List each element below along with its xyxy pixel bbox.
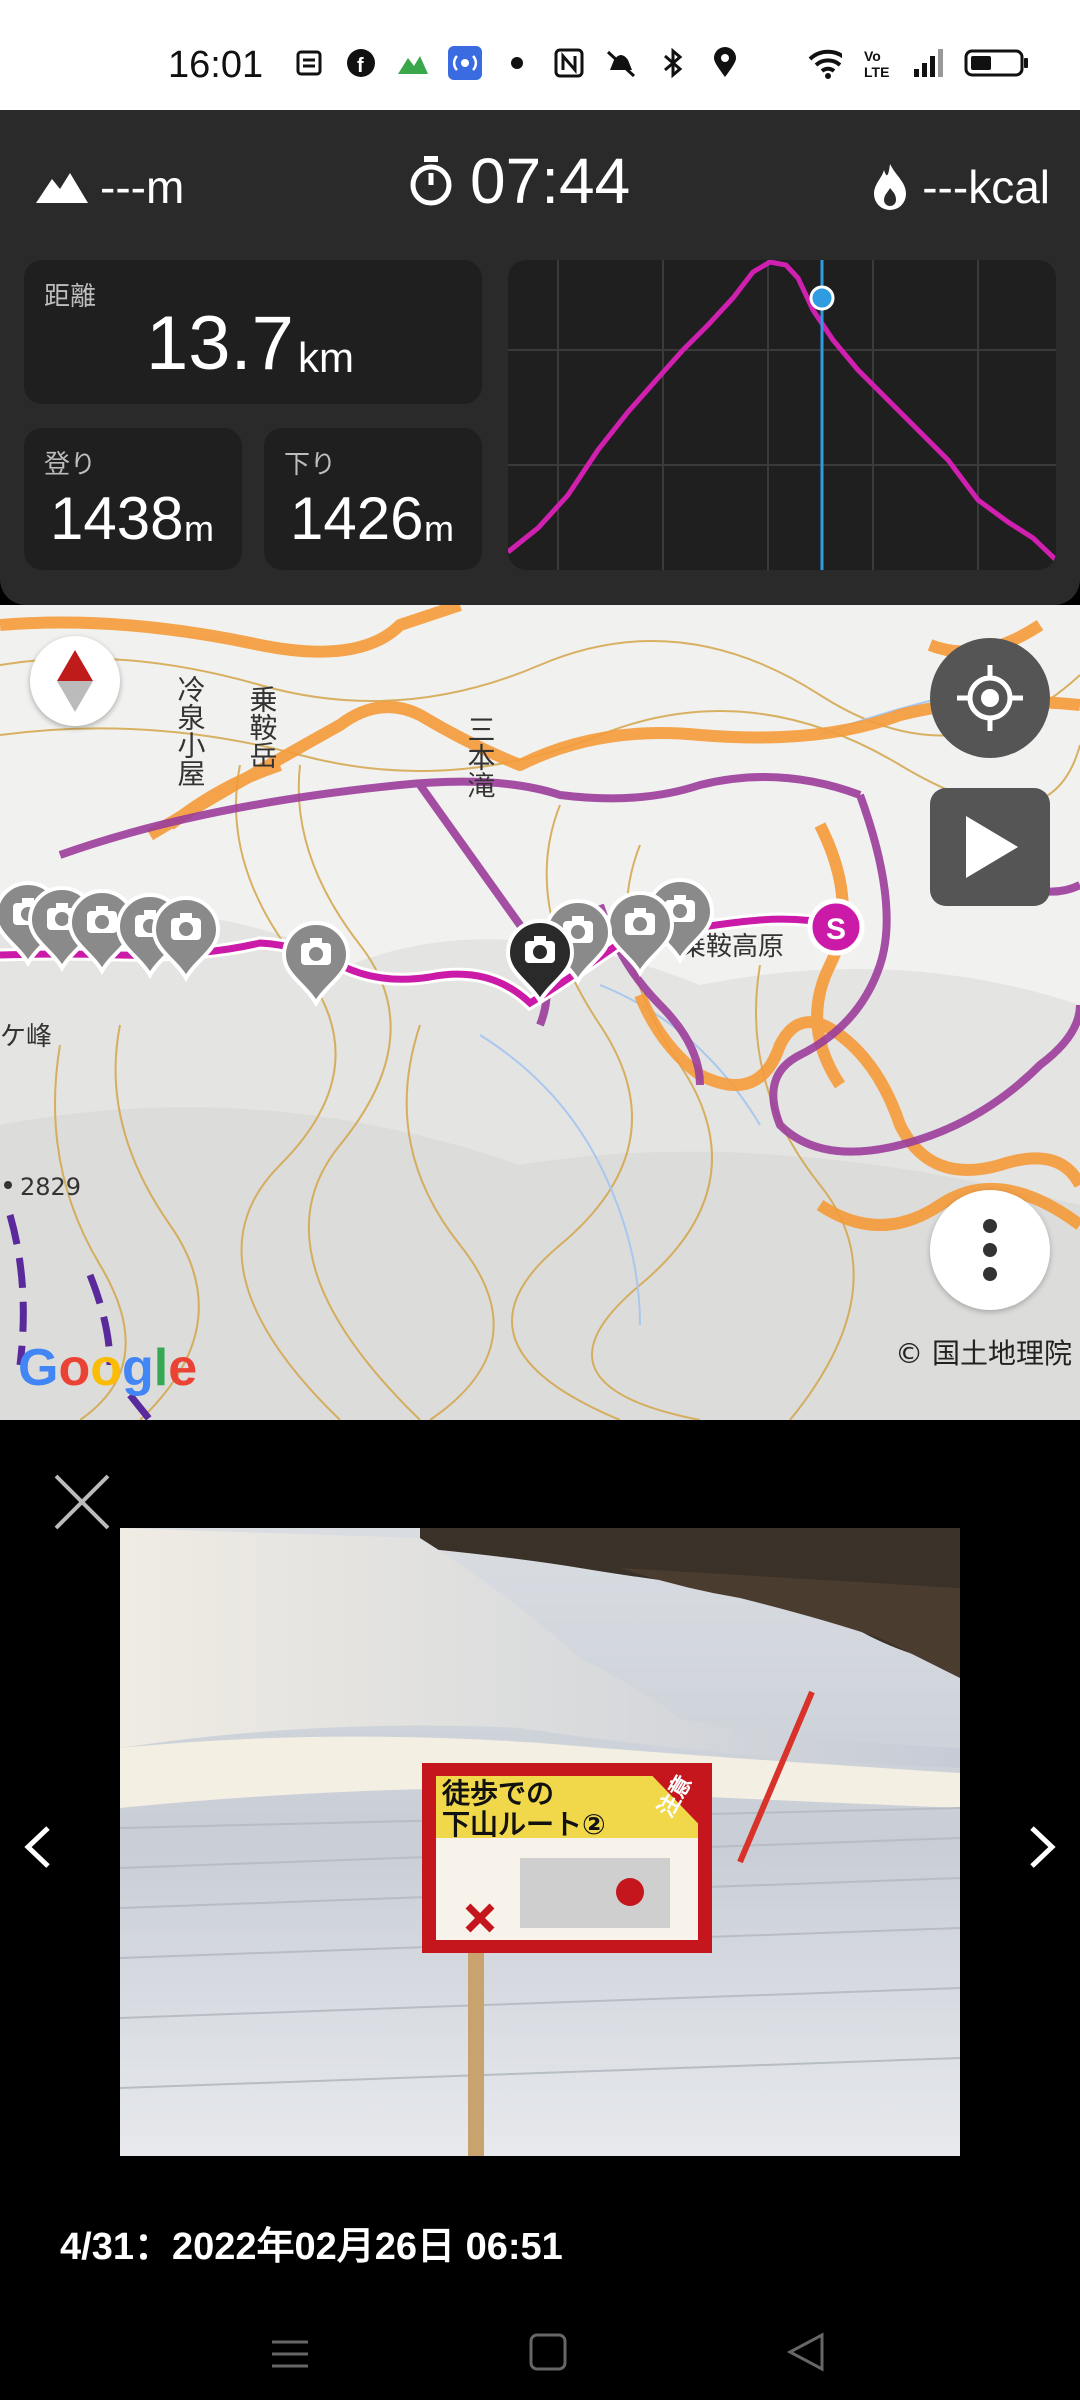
svg-text:LTE: LTE	[864, 64, 889, 79]
play-icon	[966, 816, 1018, 878]
elapsed-time-value: 07:44	[470, 145, 631, 217]
battery-icon	[964, 46, 1030, 80]
menu-icon	[272, 2340, 308, 2368]
sign-text-line1: 徒歩での	[441, 1777, 554, 1810]
home-button[interactable]	[528, 2332, 568, 2376]
map-attribution: © 国土地理院	[895, 1337, 1072, 1370]
map-view[interactable]: 冷泉小屋 乗鞍岳 三本滝 乗鞍高原 ケ峰 2829 S	[0, 605, 1080, 1420]
sign-text-line2: 下山ルート②	[442, 1808, 606, 1841]
elevation-profile-chart[interactable]	[508, 260, 1056, 570]
back-button[interactable]	[786, 2332, 826, 2376]
position-marker[interactable]	[809, 285, 835, 311]
nfc-icon	[552, 46, 586, 80]
photo-pin-selected[interactable]	[506, 919, 574, 1003]
altitude-value: ---m	[100, 161, 185, 213]
dot-icon	[500, 46, 534, 80]
news-icon	[292, 46, 326, 80]
distance-card: 距離 13.7 km	[24, 260, 482, 404]
svg-text:f: f	[357, 55, 364, 77]
mute-icon	[604, 46, 638, 80]
my-location-button[interactable]	[930, 638, 1050, 758]
volte-icon: Vo LTE	[860, 46, 894, 80]
descent-value: 1426	[290, 485, 424, 552]
bluetooth-icon	[656, 46, 690, 80]
stats-panel: ---m 07:44 ---kcal 距離 13.7 km 登り 1438 m …	[0, 110, 1080, 605]
activity-photo[interactable]: 徒歩での 下山ルート② 注意	[120, 1528, 960, 2156]
next-photo-button[interactable]	[1024, 1822, 1060, 1876]
facebook-icon: f	[344, 46, 378, 80]
altitude-readout: ---m	[36, 160, 184, 214]
recents-button[interactable]	[270, 2334, 310, 2378]
chart-grid	[508, 260, 1056, 570]
status-time: 16:01	[168, 44, 264, 86]
triangle-back-icon	[786, 2332, 824, 2372]
more-vertical-icon	[983, 1219, 997, 1281]
photo-pin[interactable]	[282, 921, 350, 1005]
close-icon	[54, 1474, 110, 1530]
distance-label: 距離	[44, 282, 97, 312]
svg-text:Vo: Vo	[864, 48, 881, 64]
descent-unit: m	[424, 508, 454, 549]
ascent-value: 1438	[50, 485, 184, 552]
start-marker-label: S	[826, 913, 846, 946]
status-bar: 16:01 f Vo LTE	[0, 0, 1080, 110]
ascent-label: 登り	[44, 450, 97, 480]
ascent-card: 登り 1438 m	[24, 428, 242, 570]
yamap-icon	[396, 46, 430, 80]
close-button[interactable]	[52, 1472, 112, 1532]
distance-value: 13.7	[146, 301, 294, 386]
descent-label: 下り	[284, 450, 337, 480]
compass-icon	[57, 650, 93, 712]
play-button[interactable]	[930, 788, 1050, 906]
google-logo: Google	[18, 1339, 198, 1397]
descent-card: 下り 1426 m	[264, 428, 482, 570]
square-icon	[529, 2333, 567, 2371]
more-options-button[interactable]	[930, 1190, 1050, 1310]
photo-pin[interactable]	[152, 896, 220, 980]
system-navigation-bar	[0, 2310, 1080, 2400]
wifi-icon	[808, 46, 842, 80]
photo-caption: 4/31：2022年02月26日 06:51	[60, 2226, 563, 2268]
photo-pin[interactable]	[606, 891, 674, 975]
signal-icon	[912, 46, 946, 80]
previous-photo-button[interactable]	[20, 1822, 56, 1876]
mountain-icon	[36, 173, 88, 203]
crosshair-icon	[957, 665, 1023, 731]
distance-unit: km	[298, 334, 354, 381]
calories-readout: ---kcal	[870, 160, 1050, 214]
flame-icon	[874, 164, 907, 210]
ascent-unit: m	[184, 508, 214, 549]
calories-value: ---kcal	[922, 161, 1050, 213]
start-marker[interactable]: S	[807, 898, 865, 956]
elevation-line	[508, 260, 1056, 562]
compass-button[interactable]	[30, 636, 120, 726]
location-icon	[708, 46, 742, 80]
chevron-left-icon	[24, 1826, 50, 1868]
elapsed-time-readout: 07:44	[408, 144, 630, 218]
chevron-right-icon	[1030, 1826, 1056, 1868]
stopwatch-icon	[410, 156, 452, 206]
nearby-icon	[448, 46, 482, 80]
